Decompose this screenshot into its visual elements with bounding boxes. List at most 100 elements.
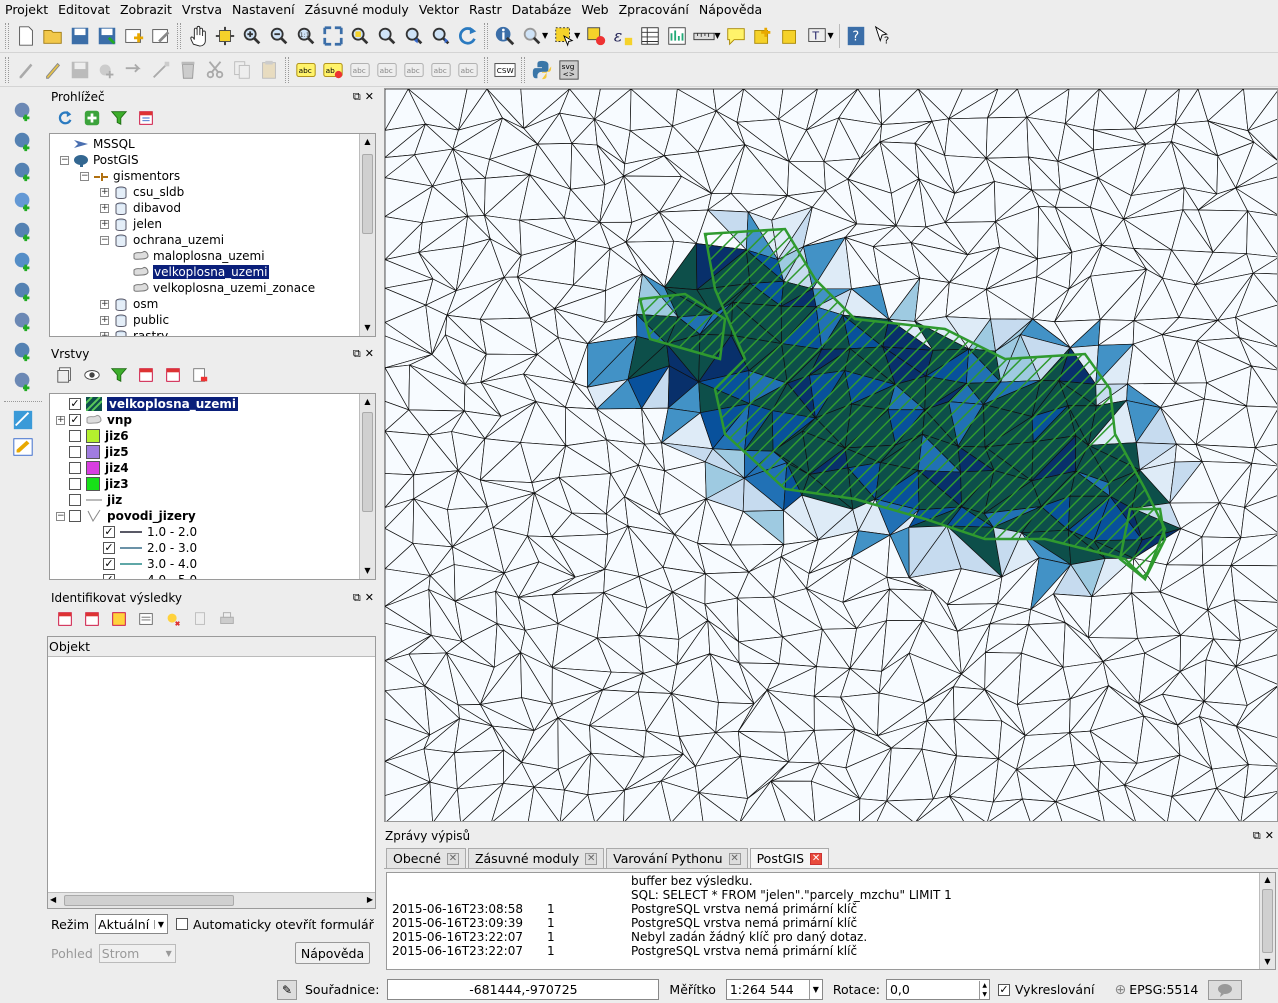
close-icon[interactable]: ✕ xyxy=(365,347,374,360)
expand-icon[interactable]: + xyxy=(100,187,109,197)
layer-item[interactable]: ✓ 3.0 - 4.0 xyxy=(50,556,375,572)
toolbar-grip[interactable] xyxy=(484,22,488,49)
copy-icon[interactable] xyxy=(186,606,213,633)
close-tab-icon[interactable]: ✕ xyxy=(585,852,598,865)
zoom-in-icon[interactable] xyxy=(238,22,265,49)
paste-features-icon[interactable] xyxy=(255,56,282,83)
layer-visibility-checkbox[interactable] xyxy=(69,462,81,474)
composer-manager-icon[interactable] xyxy=(147,22,174,49)
select-by-expression-icon[interactable]: ε xyxy=(609,22,636,49)
menu-zasuvne-moduly[interactable]: Zásuvné moduly xyxy=(300,0,414,19)
layer-item[interactable]: ✓ 2.0 - 3.0 xyxy=(50,540,375,556)
expand-icon[interactable]: + xyxy=(100,315,109,325)
log-tab[interactable]: Varování Pythonu ✕ xyxy=(606,848,748,868)
add-postgis-layer-icon[interactable] xyxy=(10,157,37,184)
collapse-all-icon[interactable] xyxy=(132,105,159,132)
collapse-icon[interactable]: − xyxy=(60,155,69,165)
expand-icon[interactable]: + xyxy=(56,415,65,425)
map-tips-icon[interactable] xyxy=(722,22,749,49)
add-feature-icon[interactable] xyxy=(93,56,120,83)
help-icon[interactable]: ? xyxy=(843,22,870,49)
toolbar-grip[interactable] xyxy=(5,56,9,83)
new-bookmark-icon[interactable] xyxy=(749,22,776,49)
remove-layer-icon[interactable] xyxy=(186,362,213,389)
filter-icon[interactable] xyxy=(105,105,132,132)
layer-visibility-checkbox[interactable]: ✓ xyxy=(103,558,115,570)
add-wcs-layer-icon[interactable] xyxy=(10,277,37,304)
close-icon[interactable]: ✕ xyxy=(365,591,374,604)
toggle-editing-icon[interactable] xyxy=(12,56,39,83)
close-tab-icon[interactable]: ✕ xyxy=(446,852,459,865)
close-tab-icon[interactable]: ✕ xyxy=(810,852,823,865)
add-spatialite-layer-icon[interactable] xyxy=(10,187,37,214)
node-tool-icon[interactable] xyxy=(147,56,174,83)
browser-item[interactable]: + rastry xyxy=(50,328,375,336)
zoom-out-icon[interactable] xyxy=(265,22,292,49)
new-shapefile-icon[interactable] xyxy=(10,367,37,394)
delete-selected-icon[interactable] xyxy=(174,56,201,83)
pan-to-selection-icon[interactable] xyxy=(211,22,238,49)
add-wfs-layer-icon[interactable] xyxy=(10,307,37,334)
zoom-last-icon[interactable] xyxy=(400,22,427,49)
whats-this-icon[interactable]: ? xyxy=(870,22,897,49)
toolbar-grip[interactable] xyxy=(5,22,9,49)
float-icon[interactable]: ⧉ xyxy=(1253,829,1261,842)
layer-visibility-checkbox[interactable]: ✓ xyxy=(69,414,81,426)
cut-features-icon[interactable] xyxy=(201,56,228,83)
layer-visibility-checkbox[interactable]: ✓ xyxy=(103,542,115,554)
deselect-icon[interactable] xyxy=(582,22,609,49)
identify-icon[interactable] xyxy=(491,22,518,49)
layer-item[interactable]: ✓ 1.0 - 2.0 xyxy=(50,524,375,540)
expand-icon[interactable]: + xyxy=(100,219,109,229)
menu-web[interactable]: Web xyxy=(576,0,613,19)
move-label-icon[interactable]: abc xyxy=(400,56,427,83)
browser-item[interactable]: − ochrana_uzemi xyxy=(50,232,375,248)
clear-results-icon[interactable] xyxy=(159,606,186,633)
map-canvas[interactable] xyxy=(384,88,1278,822)
browser-item[interactable]: velkoplosna_uzemi_zonace xyxy=(50,280,375,296)
menu-nastaveni[interactable]: Nastavení xyxy=(227,0,300,19)
manage-layer-visibility-icon[interactable] xyxy=(51,362,78,389)
add-vector-layer-icon[interactable] xyxy=(10,97,37,124)
refresh-icon[interactable] xyxy=(51,105,78,132)
layer-visibility-checkbox[interactable]: ✓ xyxy=(103,574,115,579)
zoom-to-selection-icon[interactable] xyxy=(346,22,373,49)
toolbar-grip[interactable] xyxy=(484,56,488,83)
expand-icon[interactable] xyxy=(51,606,78,633)
new-print-composer-icon[interactable] xyxy=(120,22,147,49)
copy-features-icon[interactable] xyxy=(228,56,255,83)
map-render[interactable] xyxy=(385,89,1278,822)
show-bookmarks-icon[interactable] xyxy=(776,22,803,49)
layer-item[interactable]: − povodi_jizery xyxy=(50,508,375,524)
collapse-all-icon[interactable] xyxy=(159,362,186,389)
layer-visibility-checkbox[interactable] xyxy=(69,446,81,458)
toolbar-grip[interactable] xyxy=(285,56,289,83)
browser-item[interactable]: + dibavod xyxy=(50,200,375,216)
collapse-icon[interactable]: − xyxy=(56,511,65,521)
rotation-spinbox[interactable]: 0,0 ▲ ▼ xyxy=(885,979,990,1000)
add-wms-layer-icon[interactable] xyxy=(10,247,37,274)
attribute-table-icon[interactable] xyxy=(636,22,663,49)
collapse-icon[interactable]: − xyxy=(100,235,109,245)
refresh-icon[interactable] xyxy=(454,22,481,49)
attribute-editor-icon[interactable] xyxy=(10,433,37,460)
toolbar-grip[interactable] xyxy=(177,22,181,49)
statistics-icon[interactable] xyxy=(663,22,690,49)
print-icon[interactable] xyxy=(213,606,240,633)
log-tab[interactable]: Zásuvné moduly ✕ xyxy=(467,848,605,868)
filter-icon[interactable] xyxy=(105,362,132,389)
layer-visibility-checkbox[interactable] xyxy=(69,478,81,490)
expand-new-icon[interactable] xyxy=(105,606,132,633)
browser-item[interactable]: + osm xyxy=(50,296,375,312)
browser-item[interactable]: + public xyxy=(50,312,375,328)
layer-item[interactable]: ✓ 4.0 - 5.0 xyxy=(50,572,375,579)
objekt-column-header[interactable]: Objekt xyxy=(48,637,375,657)
expand-icon[interactable]: + xyxy=(100,203,109,213)
crs-status[interactable]: ⊕ EPSG:5514 xyxy=(1114,982,1198,998)
zoom-full-icon[interactable] xyxy=(319,22,346,49)
change-label-icon[interactable]: abc xyxy=(454,56,481,83)
float-icon[interactable]: ⧉ xyxy=(353,591,361,604)
layer-item[interactable]: jiz5 xyxy=(50,444,375,460)
chevron-down-icon[interactable]: ▼ xyxy=(542,31,548,40)
scale-combobox[interactable]: 1:264 544 ▼ xyxy=(725,979,823,1000)
